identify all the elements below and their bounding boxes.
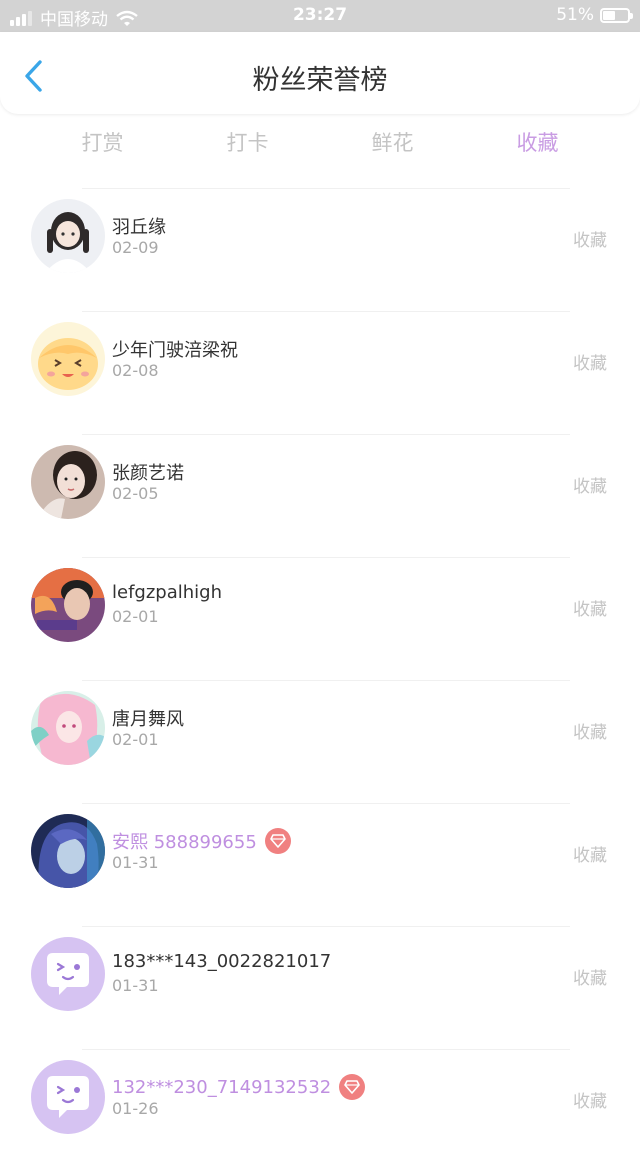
fan-date: 02-09 xyxy=(112,238,159,257)
avatar[interactable] xyxy=(31,937,105,1011)
diamond-icon xyxy=(339,1074,366,1100)
diamond-icon xyxy=(264,828,291,854)
avatar[interactable] xyxy=(31,1060,105,1134)
fan-name: 少年门驶涪梁祝 xyxy=(112,340,238,361)
fan-name: 张颜艺诺 xyxy=(112,463,184,484)
divider xyxy=(82,803,570,804)
fan-date: 01-31 xyxy=(112,976,159,995)
list-item[interactable]: 少年门驶涪梁祝 02-08 收藏 xyxy=(0,308,640,431)
fan-name: 唐月舞风 xyxy=(112,709,184,730)
chat-bubble-icon xyxy=(31,937,105,1011)
divider xyxy=(82,434,570,435)
tab-tip[interactable]: 打赏 xyxy=(30,124,175,164)
fan-name: lefgzpalhigh xyxy=(112,582,222,603)
action-label: 收藏 xyxy=(573,354,607,374)
avatar[interactable] xyxy=(31,322,105,396)
fan-date: 02-08 xyxy=(112,361,159,380)
list-item[interactable]: 张颜艺诺 02-05 收藏 xyxy=(0,431,640,554)
tab-checkin[interactable]: 打卡 xyxy=(175,124,320,164)
divider xyxy=(82,188,570,189)
fan-date: 02-01 xyxy=(112,607,159,626)
fan-name: 132***230_7149132532 xyxy=(112,1074,366,1100)
battery-icon xyxy=(600,7,633,23)
avatar[interactable] xyxy=(31,691,105,765)
clock: 23:27 xyxy=(292,5,348,25)
navigation-bar: 粉丝荣誉榜 xyxy=(0,32,640,114)
tab-bar: 打赏 打卡 鲜花 收藏 xyxy=(30,124,610,164)
divider xyxy=(82,557,570,558)
fan-date: 01-26 xyxy=(112,1099,159,1118)
avatar[interactable] xyxy=(31,568,105,642)
fan-date: 01-31 xyxy=(112,853,159,872)
avatar[interactable] xyxy=(31,445,105,519)
fan-name: 羽丘缘 xyxy=(112,217,166,238)
chat-bubble-icon xyxy=(31,1060,105,1134)
status-bar: 中国移动 23:27 51% xyxy=(0,0,640,32)
action-label: 收藏 xyxy=(573,477,607,497)
fan-date: 02-01 xyxy=(112,730,159,749)
avatar[interactable] xyxy=(31,814,105,888)
list-item[interactable]: 安熙 588899655 01-31 收藏 xyxy=(0,800,640,923)
tab-flowers[interactable]: 鲜花 xyxy=(320,124,465,164)
action-label: 收藏 xyxy=(573,600,607,620)
divider xyxy=(82,311,570,312)
divider xyxy=(82,926,570,927)
action-label: 收藏 xyxy=(573,969,607,989)
battery-percent: 51% xyxy=(556,5,594,25)
fan-list: 羽丘缘 02-09 收藏 少年门驶涪梁祝 02-08 收藏 张颜艺诺 02-05… xyxy=(0,185,640,1169)
list-item[interactable]: 唐月舞风 02-01 收藏 xyxy=(0,677,640,800)
list-item[interactable]: 183***143_0022821017 01-31 收藏 xyxy=(0,923,640,1046)
avatar[interactable] xyxy=(31,199,105,273)
fan-date: 02-05 xyxy=(112,484,159,503)
divider xyxy=(82,1049,570,1050)
list-item[interactable]: lefgzpalhigh 02-01 收藏 xyxy=(0,554,640,677)
divider xyxy=(82,680,570,681)
action-label: 收藏 xyxy=(573,846,607,866)
list-item[interactable]: 羽丘缘 02-09 收藏 xyxy=(0,185,640,308)
fan-name: 安熙 588899655 xyxy=(112,828,291,854)
fan-name: 183***143_0022821017 xyxy=(112,951,332,972)
list-item[interactable]: 132***230_7149132532 01-26 收藏 xyxy=(0,1046,640,1169)
page-title: 粉丝荣誉榜 xyxy=(252,65,388,96)
tab-favorites[interactable]: 收藏 xyxy=(465,124,610,164)
action-label: 收藏 xyxy=(573,1092,607,1112)
action-label: 收藏 xyxy=(573,231,607,251)
action-label: 收藏 xyxy=(573,723,607,743)
